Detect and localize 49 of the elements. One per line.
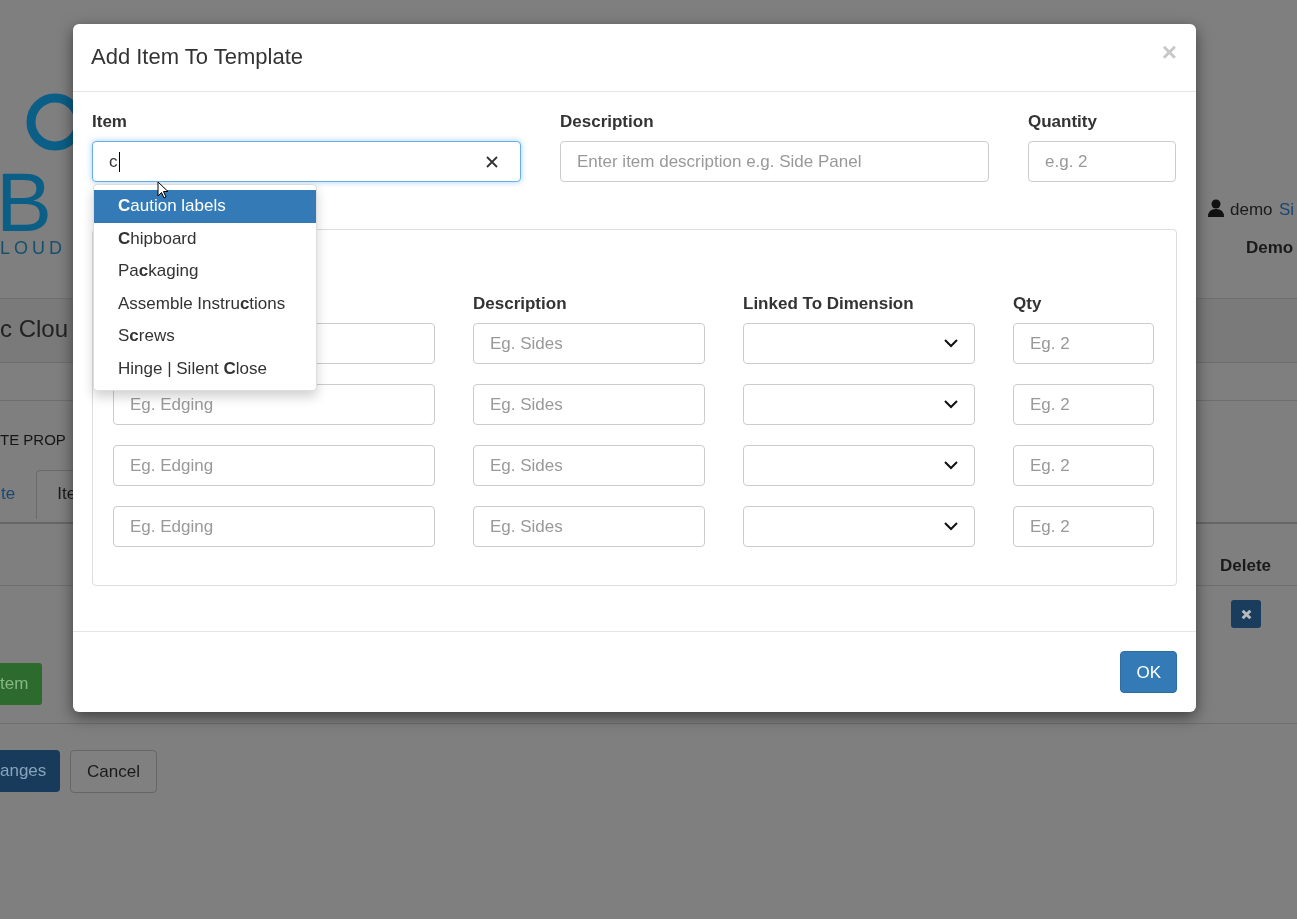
quantity-input-field[interactable]: Eg. 2 <box>1013 384 1154 425</box>
ok-button[interactable]: OK <box>1120 651 1177 693</box>
chevron-down-icon <box>944 400 958 409</box>
field-label: Item <box>92 112 128 132</box>
user-icon <box>1208 199 1224 217</box>
quantity-input-field[interactable]: Eg. 2 <box>1013 445 1154 486</box>
item-input-field[interactable]: Eg. Edging <box>113 506 435 547</box>
description-input-field[interactable]: Eg. Sides <box>473 506 705 547</box>
user-name: demo <box>1230 200 1273 220</box>
tab[interactable]: te <box>0 470 37 519</box>
column-header: Qty <box>1013 294 1043 314</box>
modal-title: Add Item To Template <box>91 44 303 70</box>
suggestion-item[interactable]: Screws <box>94 320 316 353</box>
page-title: c Clou <box>0 315 69 343</box>
dimension-select[interactable] <box>743 323 975 364</box>
description-input-field[interactable]: Eg. Sides <box>473 445 705 486</box>
close-icon <box>1240 608 1252 620</box>
chevron-down-icon <box>944 461 958 470</box>
field-label: Quantity <box>1028 112 1098 132</box>
dimension-select[interactable] <box>743 445 975 486</box>
header-label: Demo <box>1246 238 1294 258</box>
text-input-field[interactable]: Enter item description e.g. Side Panel <box>560 141 989 182</box>
sign-out-link[interactable]: Si <box>1279 200 1295 220</box>
column-header: Description <box>473 294 568 314</box>
suggestion-item[interactable]: Packaging <box>94 255 316 288</box>
delete-button[interactable] <box>1231 600 1261 628</box>
quantity-input-field[interactable]: Eg. 2 <box>1013 323 1154 364</box>
text-input-field[interactable]: e.g. 2 <box>1028 141 1176 182</box>
suggestion-item[interactable]: Caution labels <box>94 190 316 223</box>
suggestion-item[interactable]: Hinge | Silent Close <box>94 352 316 385</box>
item-input-field[interactable]: c <box>92 141 521 182</box>
suggestion-item[interactable]: Assemble Instructions <box>94 287 316 320</box>
suggestion-item[interactable]: Chipboard <box>94 222 316 255</box>
save-button[interactable]: anges <box>0 750 61 792</box>
dimension-select[interactable] <box>743 506 975 547</box>
item-input-field[interactable]: Eg. Edging <box>113 445 435 486</box>
cancel-button[interactable]: Cancel <box>70 750 157 793</box>
dimension-select[interactable] <box>743 384 975 425</box>
clear-icon[interactable] <box>486 155 498 168</box>
column-header: Delete <box>1220 556 1272 576</box>
chevron-down-icon <box>944 339 958 348</box>
description-input-field[interactable]: Eg. Sides <box>473 323 705 364</box>
quantity-input-field[interactable]: Eg. 2 <box>1013 506 1154 547</box>
add-item-button[interactable]: tem <box>0 663 43 705</box>
field-label: Description <box>560 112 655 132</box>
section-label: TE PROP <box>0 431 66 448</box>
description-input-field[interactable]: Eg. Sides <box>473 384 705 425</box>
chevron-down-icon <box>944 522 958 531</box>
column-header: Linked To Dimension <box>743 294 915 314</box>
